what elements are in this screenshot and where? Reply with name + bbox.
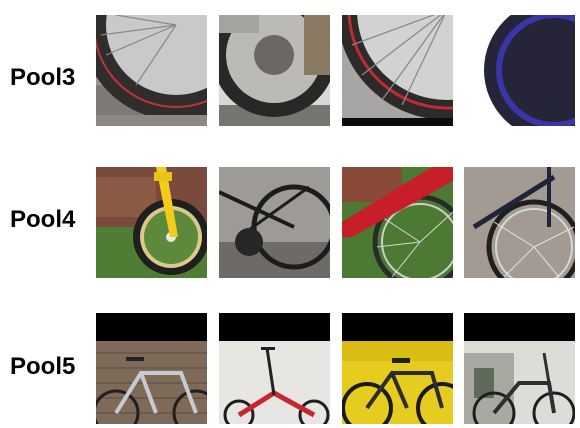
pool4-patch-3 — [342, 167, 453, 278]
pool5-patch-1 — [96, 313, 207, 424]
row-label-pool5: Pool5 — [10, 353, 76, 380]
pool4-patch-2 — [219, 167, 330, 278]
pool3-patch-1 — [96, 15, 207, 126]
row-label-pool3: Pool3 — [10, 64, 76, 91]
pool4-patch-4 — [464, 167, 575, 278]
pool5-patch-2 — [219, 313, 330, 424]
pool3-patch-2 — [219, 15, 330, 126]
pool3-patch-4 — [464, 15, 575, 126]
pool3-patch-3 — [342, 15, 453, 126]
pool4-patch-1 — [96, 167, 207, 278]
pool5-patch-4 — [464, 313, 575, 424]
pool5-patch-3 — [342, 313, 453, 424]
row-label-pool4: Pool4 — [10, 206, 76, 233]
